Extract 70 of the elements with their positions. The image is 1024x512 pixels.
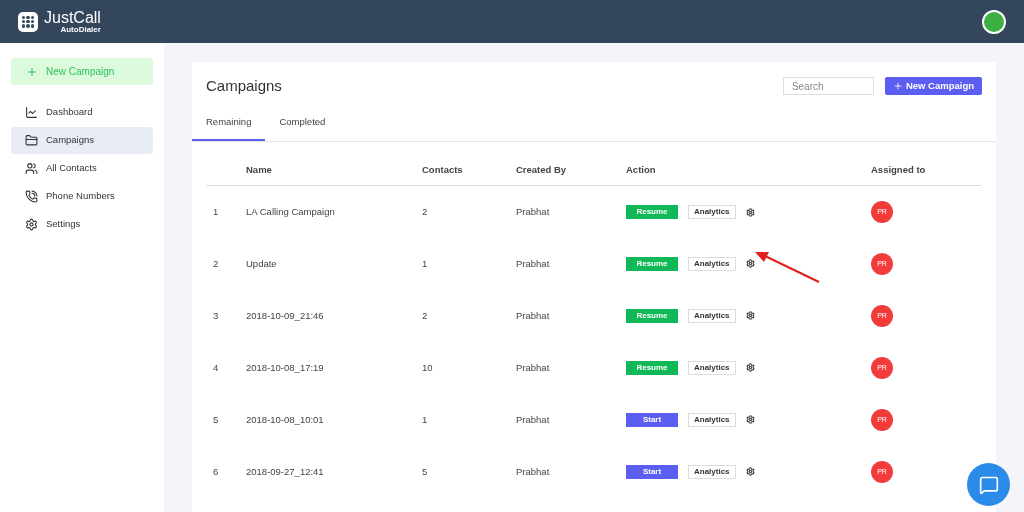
settings-icon[interactable] <box>745 311 755 321</box>
chat-icon <box>978 474 999 495</box>
column-header: Created By <box>516 164 567 176</box>
contacts-count: 5 <box>422 465 428 477</box>
column-header: Name <box>246 164 272 176</box>
contacts-count: 1 <box>422 257 428 269</box>
contacts-count: 10 <box>422 361 433 373</box>
resume-button[interactable]: Resume <box>626 205 678 219</box>
people-icon <box>25 162 38 175</box>
folder-icon <box>25 134 38 147</box>
row-index: 6 <box>213 465 219 477</box>
creator-name: Prabhat <box>516 257 550 269</box>
creator-name: Prabhat <box>516 413 550 425</box>
gear-icon <box>25 218 38 231</box>
sidebar-item[interactable]: Phone Numbers <box>11 183 153 210</box>
resume-button[interactable]: Resume <box>626 256 678 271</box>
analytics-button[interactable]: Analytics <box>688 360 736 375</box>
column-header: Contacts <box>422 164 463 176</box>
campaign-name: LA Calling Campaign <box>246 205 335 217</box>
logo-subtitle: AutoDialer <box>60 25 101 34</box>
analytics-button[interactable]: Analytics <box>688 205 736 219</box>
settings-icon[interactable] <box>745 207 755 217</box>
settings-icon[interactable] <box>745 415 755 425</box>
row-index: 4 <box>213 361 219 373</box>
campaign-name: Update <box>246 257 277 269</box>
contacts-count: 2 <box>422 205 428 217</box>
sidebar-item[interactable]: Campaigns <box>11 127 153 154</box>
sidebar-item[interactable]: Settings <box>11 211 153 238</box>
settings-icon[interactable] <box>745 467 755 477</box>
contacts-count: 2 <box>422 309 428 321</box>
row-index: 3 <box>213 309 219 321</box>
column-header: Action <box>626 164 656 176</box>
logo-icon <box>18 11 38 32</box>
logo-name: JustCall <box>44 9 101 26</box>
campaign-name: 2018-10-08_17:19 <box>246 361 324 373</box>
analytics-button[interactable]: Analytics <box>688 464 736 479</box>
phone-icon <box>25 190 38 203</box>
tab[interactable]: Remaining <box>192 106 266 141</box>
start-button[interactable]: Start <box>626 464 678 479</box>
search-field[interactable]: Search <box>782 77 874 96</box>
column-header: Assigned to <box>871 164 926 176</box>
creator-name: Prabhat <box>516 465 550 477</box>
creator-name: Prabhat <box>516 309 550 321</box>
contacts-count: 1 <box>422 413 428 425</box>
creator-name: Prabhat <box>516 361 550 373</box>
row-index: 5 <box>213 413 219 425</box>
chart-icon <box>25 106 38 119</box>
settings-icon[interactable] <box>745 259 755 269</box>
plus-icon <box>892 81 903 92</box>
user-avatar[interactable] <box>982 9 1006 34</box>
plus-icon <box>26 65 38 78</box>
row-index: 2 <box>213 257 219 269</box>
start-button[interactable]: Start <box>626 412 678 427</box>
new-campaign-button[interactable]: New Campaign <box>884 77 982 96</box>
campaign-name: 2018-10-09_21:46 <box>246 309 324 321</box>
page-title: Campaigns <box>206 76 282 96</box>
analytics-button[interactable]: Analytics <box>688 412 736 427</box>
campaign-name: 2018-10-08_10:01 <box>246 413 324 425</box>
campaign-name: 2018-09-27_12:41 <box>246 465 324 477</box>
analytics-button[interactable]: Analytics <box>688 308 736 323</box>
sidebar-item[interactable]: Dashboard <box>11 99 153 126</box>
resume-button[interactable]: Resume <box>626 360 678 375</box>
sidebar-item[interactable]: All Contacts <box>11 155 153 182</box>
creator-name: Prabhat <box>516 205 550 217</box>
resume-button[interactable]: Resume <box>626 308 678 323</box>
settings-icon[interactable] <box>745 363 755 373</box>
row-index: 1 <box>213 205 219 217</box>
arrow-annotation <box>755 250 821 284</box>
analytics-button[interactable]: Analytics <box>688 256 736 271</box>
tab[interactable]: Completed <box>265 106 340 141</box>
